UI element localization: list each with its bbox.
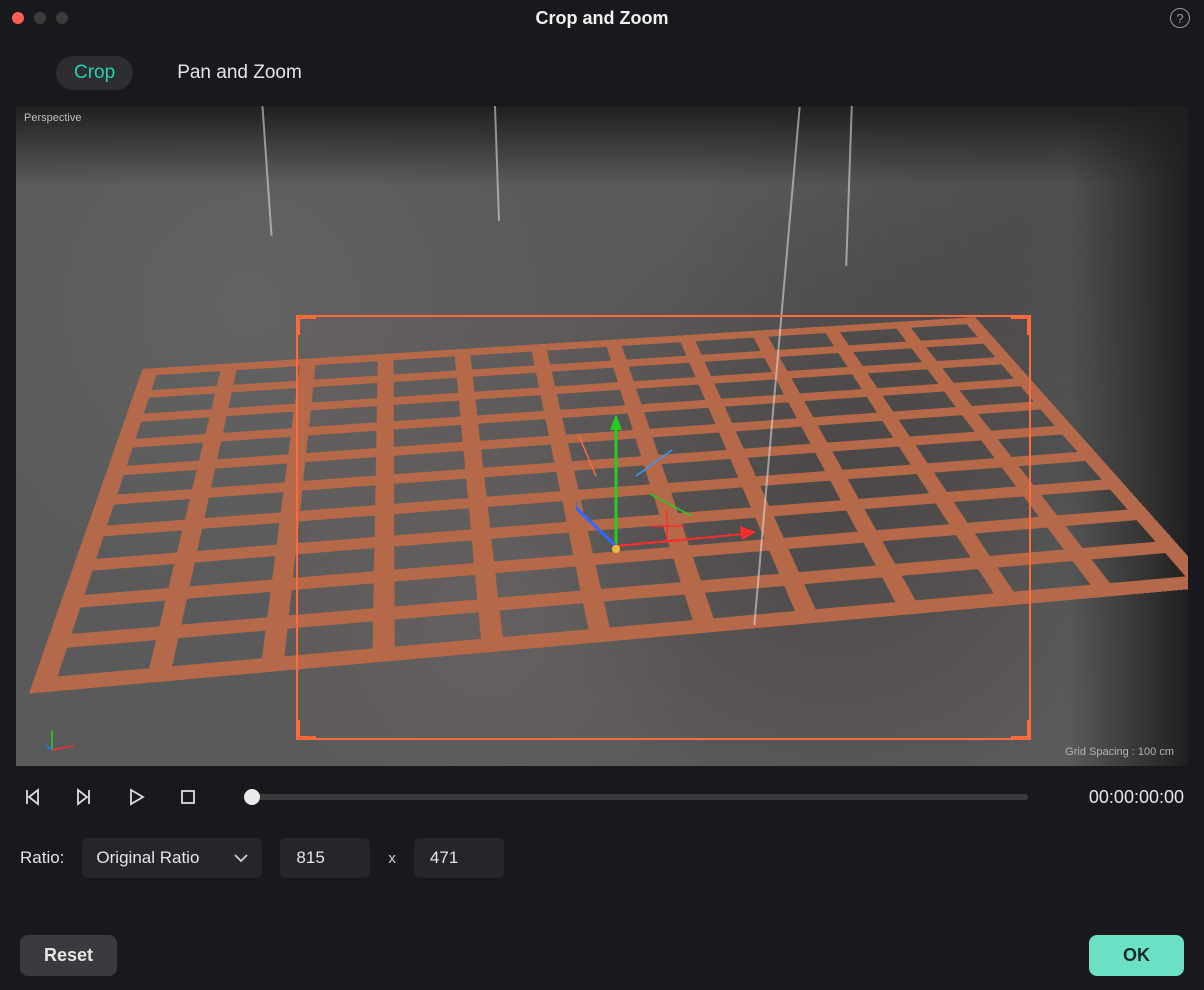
next-frame-button[interactable] xyxy=(72,785,96,809)
reset-button[interactable]: Reset xyxy=(20,935,117,976)
stop-button[interactable] xyxy=(176,785,200,809)
playhead-slider[interactable] xyxy=(246,794,1028,800)
maximize-window-button[interactable] xyxy=(56,12,68,24)
dimension-separator: x xyxy=(388,850,396,867)
ratio-select[interactable]: Original Ratio xyxy=(82,838,262,878)
footer-buttons: Reset OK xyxy=(0,935,1204,976)
crop-handle-top-right[interactable] xyxy=(1011,315,1031,335)
preview-viewport[interactable]: Perspective Grid Spacing : 100 cm xyxy=(16,106,1188,766)
ratio-select-value: Original Ratio xyxy=(96,848,199,868)
ok-button[interactable]: OK xyxy=(1089,935,1184,976)
crop-width-field[interactable]: 815 xyxy=(280,838,370,878)
playback-bar: 00:00:00:00 xyxy=(0,766,1204,816)
crop-rectangle[interactable] xyxy=(296,315,1031,740)
ratio-row: Ratio: Original Ratio 815 x 471 xyxy=(0,816,1204,878)
chevron-down-icon xyxy=(234,848,248,868)
window-title: Crop and Zoom xyxy=(0,8,1204,29)
crop-handle-bottom-left[interactable] xyxy=(296,720,316,740)
timecode-display: 00:00:00:00 xyxy=(1074,787,1184,808)
window-controls xyxy=(0,12,68,24)
close-window-button[interactable] xyxy=(12,12,24,24)
ratio-label: Ratio: xyxy=(20,848,64,868)
titlebar: Crop and Zoom ? xyxy=(0,0,1204,36)
viewport-camera-label: Perspective xyxy=(24,112,81,124)
help-icon[interactable]: ? xyxy=(1170,8,1190,28)
playhead-thumb[interactable] xyxy=(244,789,260,805)
crop-handle-top-left[interactable] xyxy=(296,315,316,335)
crop-height-field[interactable]: 471 xyxy=(414,838,504,878)
play-button[interactable] xyxy=(124,785,148,809)
prev-frame-button[interactable] xyxy=(20,785,44,809)
tab-pan-and-zoom[interactable]: Pan and Zoom xyxy=(159,56,320,90)
mode-tabs: Crop Pan and Zoom xyxy=(0,36,1204,102)
mini-axis-gizmo xyxy=(46,724,86,754)
crop-handle-bottom-right[interactable] xyxy=(1011,720,1031,740)
tab-crop[interactable]: Crop xyxy=(56,56,133,90)
minimize-window-button[interactable] xyxy=(34,12,46,24)
grid-spacing-label: Grid Spacing : 100 cm xyxy=(1065,746,1174,758)
